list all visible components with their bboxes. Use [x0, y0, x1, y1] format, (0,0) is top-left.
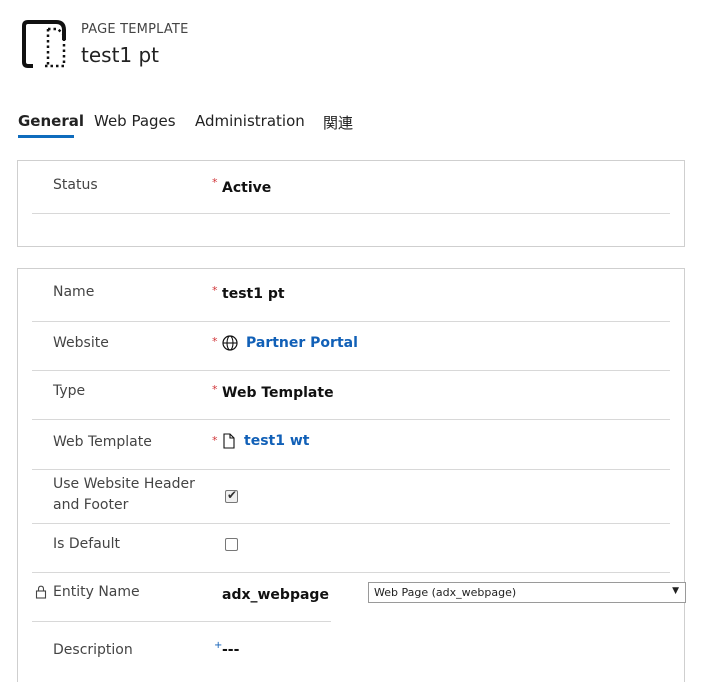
web-template-value: test1 wt — [222, 433, 309, 449]
entity-type-label: PAGE TEMPLATE — [81, 22, 189, 37]
web-template-link[interactable]: test1 wt — [244, 433, 309, 449]
lock-icon — [35, 585, 47, 599]
use-header-footer-label: Use Website Header and Footer — [53, 474, 195, 516]
website-link[interactable]: Partner Portal — [246, 335, 358, 351]
use-header-footer-row: Use Website Header and Footer ✔ — [32, 470, 670, 524]
web-template-label: Web Template — [53, 434, 152, 450]
use-header-footer-label-line2: and Footer — [53, 497, 129, 513]
description-label: Description — [53, 642, 133, 658]
name-row: Name * test1 pt — [32, 269, 670, 322]
entity-name-field[interactable]: adx_webpage — [222, 587, 329, 603]
type-label: Type — [53, 383, 86, 399]
type-field[interactable]: Web Template — [222, 385, 334, 401]
required-marker: * — [212, 383, 218, 396]
check-icon: ✔ — [227, 488, 238, 502]
status-section: Status * Active — [17, 160, 685, 247]
divider — [32, 621, 331, 622]
document-icon — [22, 20, 66, 68]
tab-bar: General Web Pages Administration 関連 — [0, 112, 702, 144]
website-value: Partner Portal — [222, 335, 358, 351]
active-tab-indicator — [18, 135, 74, 138]
chevron-down-icon: ▼ — [672, 586, 679, 596]
entity-name-label: Entity Name — [53, 584, 140, 600]
required-marker: * — [212, 434, 218, 447]
entity-name-select-value: Web Page (adx_webpage) — [374, 586, 517, 599]
entity-name-row: Entity Name adx_webpage Web Page (adx_we… — [32, 573, 686, 623]
tab-related[interactable]: 関連 — [323, 112, 353, 133]
website-label: Website — [53, 335, 109, 351]
entity-name-select[interactable]: Web Page (adx_webpage) ▼ — [368, 582, 686, 603]
tab-general[interactable]: General — [18, 112, 84, 130]
general-section: Name * test1 pt Website * Partner Portal… — [17, 268, 686, 682]
required-marker: * — [212, 335, 218, 348]
is-default-label: Is Default — [53, 536, 121, 552]
web-template-row: Web Template * test1 wt — [32, 420, 670, 470]
name-label: Name — [53, 284, 95, 300]
is-default-row: Is Default — [32, 524, 670, 573]
description-row: Description + --- — [32, 623, 670, 682]
page-title: test1 pt — [81, 43, 160, 67]
name-field[interactable]: test1 pt — [222, 286, 285, 302]
status-row: Status * Active — [32, 161, 670, 214]
record-header: PAGE TEMPLATE test1 pt — [0, 0, 702, 90]
description-field[interactable]: --- — [222, 642, 239, 658]
type-row: Type * Web Template — [32, 371, 670, 420]
use-header-footer-checkbox[interactable]: ✔ — [225, 488, 238, 503]
required-marker: * — [212, 284, 218, 297]
tab-web-pages[interactable]: Web Pages — [94, 112, 176, 130]
tab-administration[interactable]: Administration — [195, 112, 305, 130]
is-default-checkbox[interactable] — [225, 538, 238, 551]
globe-icon — [222, 335, 238, 351]
document-icon — [223, 433, 235, 449]
required-marker: * — [212, 176, 218, 189]
use-header-footer-label-line1: Use Website Header — [53, 476, 195, 492]
status-label: Status — [53, 177, 98, 193]
website-row: Website * Partner Portal — [32, 322, 670, 371]
status-value[interactable]: Active — [222, 180, 271, 196]
